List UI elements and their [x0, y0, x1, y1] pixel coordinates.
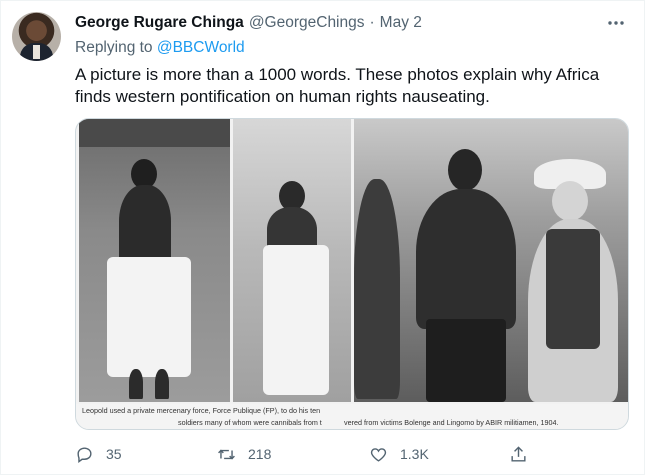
photo-middle: [233, 119, 351, 402]
share-button[interactable]: [509, 441, 569, 467]
like-button[interactable]: 1.3K: [369, 441, 509, 467]
photo-left-roof: [79, 119, 230, 147]
more-horizontal-icon[interactable]: [606, 13, 626, 33]
retweet-icon: [218, 449, 235, 459]
like-count: 1.3K: [400, 446, 429, 462]
avatar-shirt: [33, 45, 40, 59]
separator-dot: ·: [369, 14, 375, 31]
avatar[interactable]: [12, 12, 61, 61]
replying-to: Replying to @BBCWorld: [75, 39, 245, 57]
reply-count: 35: [106, 446, 122, 462]
tweet-actions: 35 218 1.3K: [75, 441, 630, 467]
retweet-count: 218: [248, 446, 272, 462]
caption-line-2-left: soldiers many of whom were cannibals fro…: [178, 418, 322, 427]
caption-line-1: Leopold used a private mercenary force, …: [82, 406, 321, 415]
reply-button[interactable]: 35: [75, 441, 217, 467]
caption-line-2-right: vered from victims Bolenge and Lingomo b…: [344, 418, 559, 427]
photo-caption: Leopold used a private mercenary force, …: [76, 404, 628, 429]
photo-left: [79, 119, 230, 402]
photo-right: [354, 119, 628, 402]
tweet-header: George Rugare Chinga @GeorgeChings · May…: [75, 12, 624, 34]
retweet-button[interactable]: 218: [217, 441, 369, 467]
tweet[interactable]: George Rugare Chinga @GeorgeChings · May…: [0, 0, 645, 475]
reply-icon: [77, 446, 92, 463]
like-icon: [370, 447, 387, 462]
tweet-date[interactable]: May 2: [380, 14, 422, 32]
replying-prefix: Replying to: [75, 39, 153, 56]
share-icon: [511, 445, 526, 462]
author-handle[interactable]: @GeorgeChings: [249, 14, 365, 32]
photo-collage[interactable]: [76, 119, 628, 404]
tweet-media[interactable]: Leopold used a private mercenary force, …: [75, 118, 629, 430]
tweet-text: A picture is more than a 1000 words. The…: [75, 65, 600, 106]
replying-mention-link[interactable]: @BBCWorld: [157, 39, 245, 56]
author-name[interactable]: George Rugare Chinga: [75, 14, 244, 32]
